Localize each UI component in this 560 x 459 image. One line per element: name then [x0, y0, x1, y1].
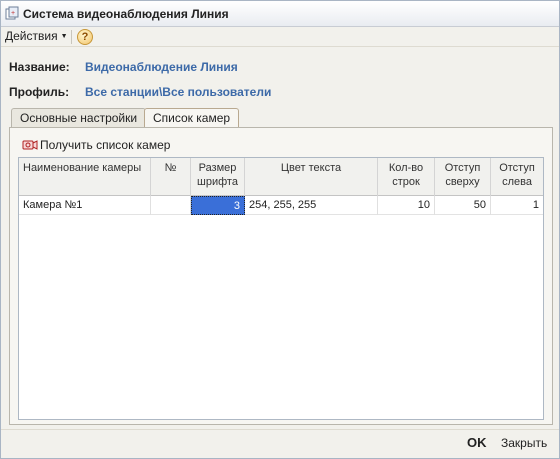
cell-number[interactable]	[151, 196, 191, 215]
tab-label: Список камер	[153, 111, 231, 125]
camera-table: Наименование камеры № Размер шрифта Цвет…	[18, 157, 544, 420]
help-label: ?	[81, 31, 89, 43]
get-cameras-button[interactable]: Получить список камер	[22, 138, 170, 152]
cell-line-count[interactable]: 10	[378, 196, 435, 215]
toolbar-separator	[71, 30, 72, 44]
column-header-number[interactable]: №	[151, 158, 191, 196]
camera-refresh-icon	[22, 139, 38, 151]
name-label: Название:	[9, 60, 70, 74]
name-value: Видеонаблюдение Линия	[85, 60, 238, 74]
table-row[interactable]: Камера №1 3 254, 255, 255 10 50 1	[19, 196, 543, 215]
column-header-offset-top[interactable]: Отступ сверху	[435, 158, 491, 196]
get-cameras-label: Получить список камер	[40, 138, 171, 152]
header-text: Цвет текста	[280, 162, 342, 174]
table-header: Наименование камеры № Размер шрифта Цвет…	[19, 158, 543, 196]
profile-label: Профиль:	[9, 85, 70, 99]
tab-main-settings[interactable]: Основные настройки	[11, 108, 147, 127]
actions-menu-button[interactable]: Действия ▼	[5, 29, 68, 45]
header-text: Отступ	[444, 162, 481, 174]
title-bar: + Система видеонаблюдения Линия	[1, 1, 559, 27]
tab-camera-list[interactable]: Список камер	[144, 108, 240, 128]
header-text: Размер	[198, 162, 237, 174]
cell-offset-left[interactable]: 1	[491, 196, 543, 215]
dropdown-arrow-icon: ▼	[60, 33, 68, 40]
header-text: шрифта	[197, 176, 238, 188]
header-text: строк	[392, 176, 420, 188]
svg-text:+: +	[11, 10, 15, 17]
column-header-line-count[interactable]: Кол-во строк	[378, 158, 435, 196]
column-header-camera-name[interactable]: Наименование камеры	[19, 158, 151, 196]
toolbar: Действия ▼ ?	[1, 27, 559, 47]
cell-text-color[interactable]: 254, 255, 255	[245, 196, 378, 215]
header-text: Наименование камеры	[23, 162, 142, 174]
column-header-font-size[interactable]: Размер шрифта	[191, 158, 245, 196]
cell-camera-name[interactable]: Камера №1	[19, 196, 151, 215]
dialog-window: + Система видеонаблюдения Линия Действия…	[0, 0, 560, 459]
cell-font-size[interactable]: 3	[191, 196, 245, 215]
header-text: Отступ	[499, 162, 535, 174]
help-button[interactable]: ?	[77, 29, 93, 45]
tab-label: Основные настройки	[20, 111, 138, 125]
cell-offset-top[interactable]: 50	[435, 196, 491, 215]
profile-value[interactable]: Все станции\Все пользователи	[85, 85, 271, 99]
dialog-footer: OK Закрыть	[1, 429, 559, 458]
ok-button[interactable]: OK	[467, 435, 487, 450]
camera-list-panel: Получить список камер Наименование камер…	[9, 127, 553, 425]
header-text: Кол-во	[388, 162, 424, 174]
header-text: слева	[502, 176, 532, 188]
window-title: Система видеонаблюдения Линия	[23, 7, 229, 21]
app-icon: +	[5, 6, 19, 20]
close-button[interactable]: Закрыть	[501, 436, 547, 450]
header-text: №	[164, 162, 177, 174]
column-header-offset-left[interactable]: Отступ слева	[491, 158, 543, 196]
column-header-text-color[interactable]: Цвет текста	[245, 158, 378, 196]
header-text: сверху	[445, 176, 480, 188]
actions-label: Действия	[5, 29, 58, 43]
